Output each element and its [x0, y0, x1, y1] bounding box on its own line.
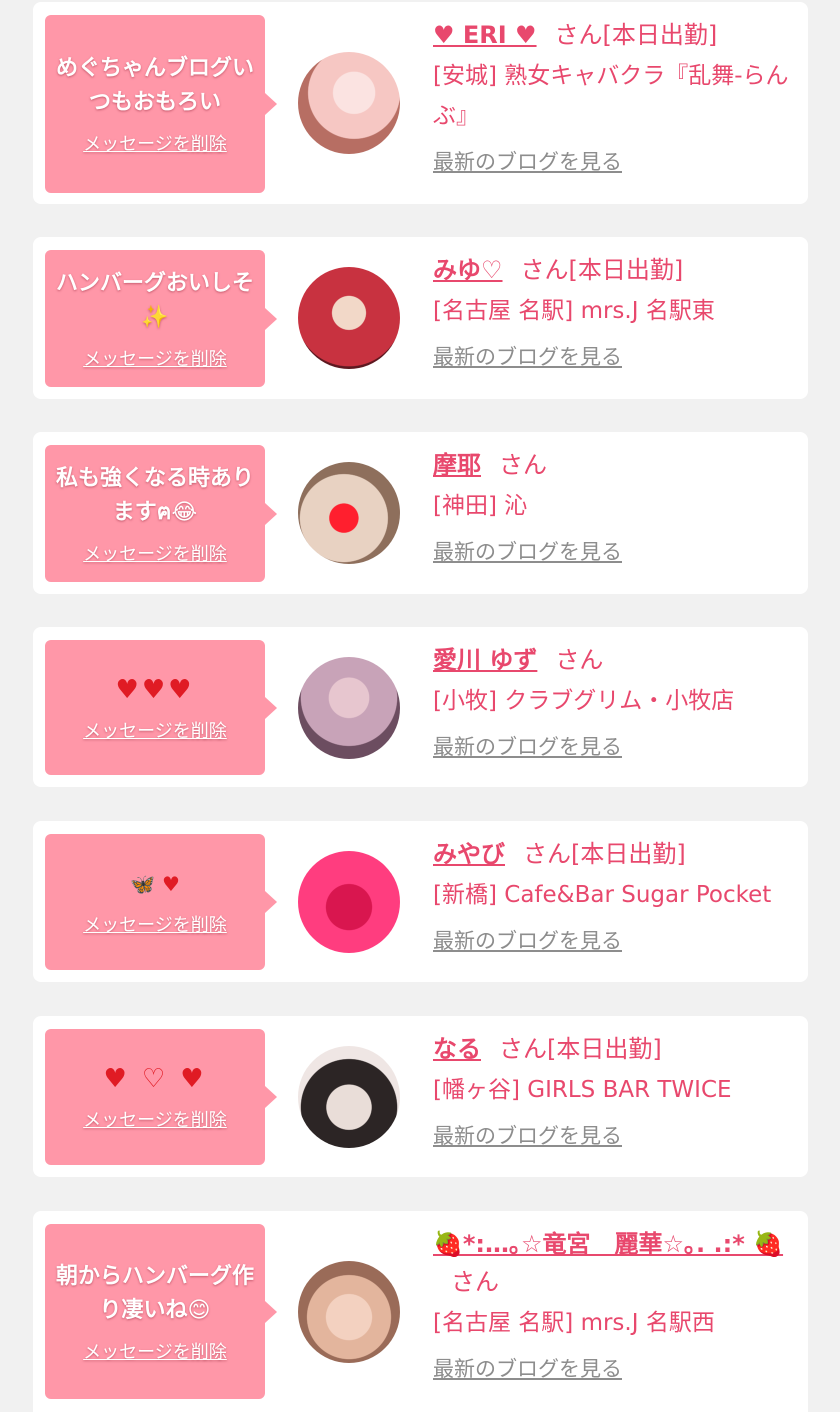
cast-info: みゆ♡ さん[本日出勤] [名古屋 名駅] mrs.J 名駅東 最新のブログを見る: [433, 251, 796, 371]
message-bubble: 朝からハンバーグ作り凄いね😊 メッセージを削除: [45, 1224, 277, 1399]
message-bubble: ♥ ♡ ♥ メッセージを削除: [45, 1029, 277, 1165]
list-item: 🦋 ♥ メッセージを削除 みやび さん[本日出勤] [新橋] Cafe&Bar S…: [33, 821, 808, 982]
latest-blog-link[interactable]: 最新のブログを見る: [433, 925, 622, 955]
delete-message-link[interactable]: メッセージを削除: [83, 911, 227, 937]
list-item: ♥♥♥ メッセージを削除 愛川 ゆず さん [小牧] クラブグリム・小牧店 最新の…: [33, 627, 808, 787]
message-list: めぐちゃんブログいつもおもろい メッセージを削除 ♥ ERI ♥ さん[本日出勤]…: [0, 0, 840, 1412]
message-text: 🦋 ♥: [130, 872, 180, 896]
cast-name-link[interactable]: なる: [433, 1035, 481, 1063]
message-bubble: ハンバーグおいしそ✨ メッセージを削除: [45, 250, 277, 387]
shop-name: [神田] 沁: [433, 493, 528, 519]
cast-status: さん: [499, 451, 547, 479]
avatar[interactable]: [298, 1046, 400, 1148]
cast-name-link[interactable]: みやび: [433, 840, 505, 868]
cast-info: 摩耶 さん [神田] 沁 最新のブログを見る: [433, 446, 796, 566]
cast-status: さん[本日出勤]: [520, 256, 684, 284]
list-item: ハンバーグおいしそ✨ メッセージを削除 みゆ♡ さん[本日出勤] [名古屋 名駅]…: [33, 237, 808, 399]
delete-message-link[interactable]: メッセージを削除: [83, 345, 227, 371]
latest-blog-link[interactable]: 最新のブログを見る: [433, 341, 622, 371]
shop-name: [小牧] クラブグリム・小牧店: [433, 688, 735, 714]
latest-blog-link[interactable]: 最新のブログを見る: [433, 536, 622, 566]
cast-info: なる さん[本日出勤] [幡ヶ谷] GIRLS BAR TWICE 最新のブログを…: [433, 1030, 796, 1150]
message-text: 私も強くなる時ありますฅ😂: [55, 465, 254, 525]
cast-info: 🍓*:…｡☆竜宮 麗華☆｡. .:* 🍓 さん [名古屋 名駅] mrs.J 名駅…: [433, 1225, 796, 1383]
latest-blog-link[interactable]: 最新のブログを見る: [433, 731, 622, 761]
shop-name: [幡ヶ谷] GIRLS BAR TWICE: [433, 1077, 732, 1103]
cast-name-link[interactable]: 🍓*:…｡☆竜宮 麗華☆｡. .:* 🍓: [433, 1230, 783, 1258]
avatar[interactable]: [298, 267, 400, 369]
shop-name: [安城] 熟女キャバクラ『乱舞-らんぶ』: [433, 63, 789, 129]
delete-message-link[interactable]: メッセージを削除: [83, 1338, 227, 1364]
delete-message-link[interactable]: メッセージを削除: [83, 1106, 227, 1132]
delete-message-link[interactable]: メッセージを削除: [83, 717, 227, 743]
cast-info: 愛川 ゆず さん [小牧] クラブグリム・小牧店 最新のブログを見る: [433, 641, 796, 761]
cast-status: さん: [451, 1268, 499, 1296]
message-bubble: 私も強くなる時ありますฅ😂 メッセージを削除: [45, 445, 277, 582]
message-text: ♥ ♡ ♥: [103, 1064, 207, 1094]
message-text: ハンバーグおいしそ✨: [55, 270, 254, 330]
avatar[interactable]: [298, 52, 400, 154]
latest-blog-link[interactable]: 最新のブログを見る: [433, 1120, 622, 1150]
list-item: ♥ ♡ ♥ メッセージを削除 なる さん[本日出勤] [幡ヶ谷] GIRLS BA…: [33, 1016, 808, 1177]
avatar[interactable]: [298, 851, 400, 953]
cast-status: さん[本日出勤]: [523, 840, 686, 868]
cast-status: さん[本日出勤]: [554, 21, 718, 49]
message-bubble: 🦋 ♥ メッセージを削除: [45, 834, 277, 970]
cast-name-link[interactable]: 摩耶: [433, 451, 481, 479]
cast-info: ♥ ERI ♥ さん[本日出勤] [安城] 熟女キャバクラ『乱舞-らんぶ』 最新の…: [433, 16, 796, 176]
cast-name-link[interactable]: 愛川 ゆず: [433, 646, 537, 674]
shop-name: [名古屋 名駅] mrs.J 名駅西: [433, 1310, 715, 1336]
list-item: 朝からハンバーグ作り凄いね😊 メッセージを削除 🍓*:…｡☆竜宮 麗華☆｡. .…: [33, 1211, 808, 1412]
shop-name: [新橋] Cafe&Bar Sugar Pocket: [433, 882, 772, 908]
avatar[interactable]: [298, 657, 400, 759]
message-bubble: ♥♥♥ メッセージを削除: [45, 640, 277, 775]
cast-name-link[interactable]: みゆ♡: [433, 256, 503, 284]
delete-message-link[interactable]: メッセージを削除: [83, 540, 227, 566]
list-item: 私も強くなる時ありますฅ😂 メッセージを削除 摩耶 さん [神田] 沁 最新のブロ…: [33, 432, 808, 594]
avatar[interactable]: [298, 1261, 400, 1363]
avatar[interactable]: [298, 462, 400, 564]
message-bubble: めぐちゃんブログいつもおもろい メッセージを削除: [45, 15, 277, 193]
latest-blog-link[interactable]: 最新のブログを見る: [433, 1353, 622, 1383]
cast-info: みやび さん[本日出勤] [新橋] Cafe&Bar Sugar Pocket 最…: [433, 835, 796, 955]
message-text: ♥♥♥: [115, 674, 195, 705]
latest-blog-link[interactable]: 最新のブログを見る: [433, 146, 622, 176]
message-text: めぐちゃんブログいつもおもろい: [55, 56, 254, 115]
list-item: めぐちゃんブログいつもおもろい メッセージを削除 ♥ ERI ♥ さん[本日出勤]…: [33, 2, 808, 204]
cast-status: さん[本日出勤]: [499, 1035, 662, 1063]
cast-name-link[interactable]: ♥ ERI ♥: [433, 21, 537, 49]
shop-name: [名古屋 名駅] mrs.J 名駅東: [433, 298, 715, 324]
delete-message-link[interactable]: メッセージを削除: [83, 130, 227, 156]
message-text: 朝からハンバーグ作り凄いね😊: [55, 1263, 254, 1323]
cast-status: さん: [555, 646, 604, 674]
